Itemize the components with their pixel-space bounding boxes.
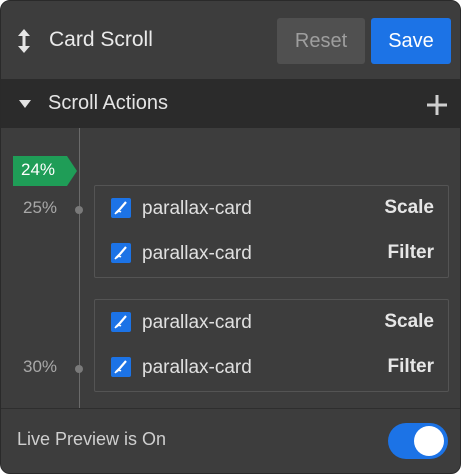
toggle-knob[interactable] [414, 426, 444, 456]
element-name: parallax-card [142, 312, 252, 333]
plus-icon[interactable] [427, 95, 447, 115]
vertical-arrows-icon [18, 29, 30, 53]
action-type: Scale [384, 311, 434, 332]
action-row[interactable]: parallax-card Filter [95, 231, 448, 275]
element-name: parallax-card [142, 198, 252, 219]
element-name: parallax-card [142, 357, 252, 378]
timeline-label-25: 25% [23, 198, 58, 217]
action-type: Filter [387, 356, 434, 377]
action-type: Filter [387, 242, 434, 263]
section-title: Scroll Actions [48, 92, 169, 114]
reset-button[interactable]: Reset [277, 18, 365, 64]
card-scroll-panel: Card Scroll Reset Save Scroll Actions 24… [0, 0, 461, 474]
marker-label: 24% [21, 160, 56, 179]
live-preview-label: Live Preview is On [17, 429, 167, 449]
action-type: Scale [384, 197, 434, 218]
current-position-marker[interactable]: 24% [13, 156, 77, 186]
action-row[interactable]: parallax-card Scale [95, 186, 448, 230]
action-group: parallax-card Scale parallax-card Filter [94, 299, 449, 392]
scroll-actions-section-header[interactable]: Scroll Actions [1, 79, 460, 128]
action-row[interactable]: parallax-card Filter [95, 345, 448, 389]
checkbox-icon[interactable] [111, 357, 131, 377]
checkbox-icon[interactable] [111, 243, 131, 263]
panel-header: Card Scroll Reset Save [1, 1, 460, 79]
timeline-label-30: 30% [23, 357, 58, 376]
checkbox-icon[interactable] [111, 198, 131, 218]
checkbox-icon[interactable] [111, 312, 131, 332]
action-row[interactable]: parallax-card Scale [95, 300, 448, 344]
action-group: parallax-card Scale parallax-card Filter [94, 185, 449, 278]
timeline-tick[interactable] [75, 365, 83, 373]
caret-down-icon[interactable] [19, 100, 31, 108]
save-button[interactable]: Save [371, 18, 451, 64]
timeline-tick[interactable] [75, 206, 83, 214]
panel-title: Card Scroll [49, 28, 153, 51]
element-name: parallax-card [142, 243, 252, 264]
panel-footer: Live Preview is On [1, 408, 460, 473]
live-preview-toggle[interactable] [388, 423, 448, 459]
